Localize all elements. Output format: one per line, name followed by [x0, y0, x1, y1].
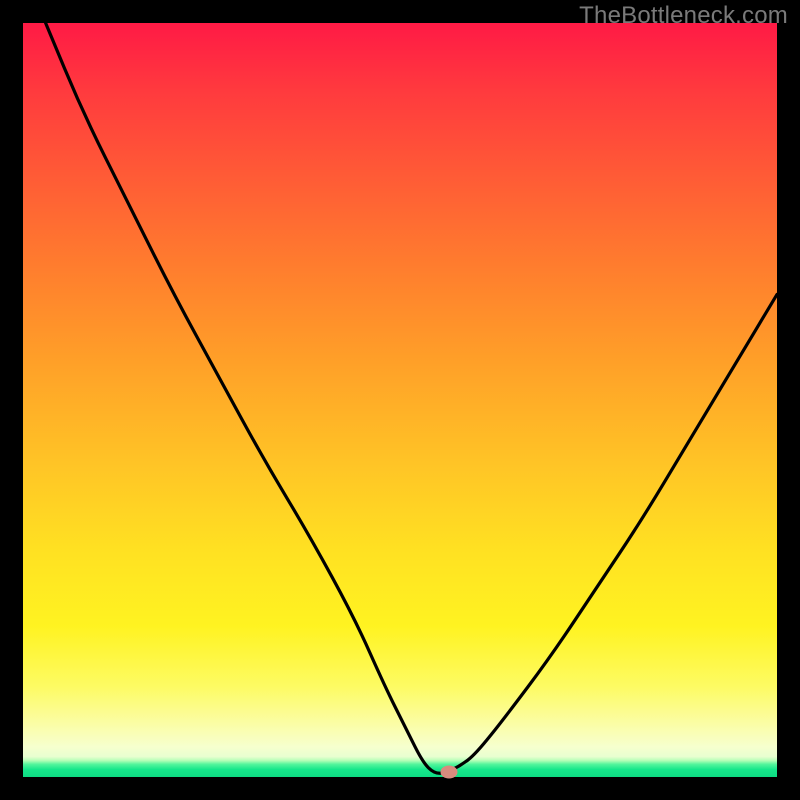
watermark-text: TheBottleneck.com: [579, 2, 788, 30]
plot-area: [23, 23, 777, 777]
bottleneck-curve: [23, 23, 777, 777]
optimal-point-marker: [441, 766, 458, 779]
chart-frame: TheBottleneck.com: [0, 0, 800, 800]
